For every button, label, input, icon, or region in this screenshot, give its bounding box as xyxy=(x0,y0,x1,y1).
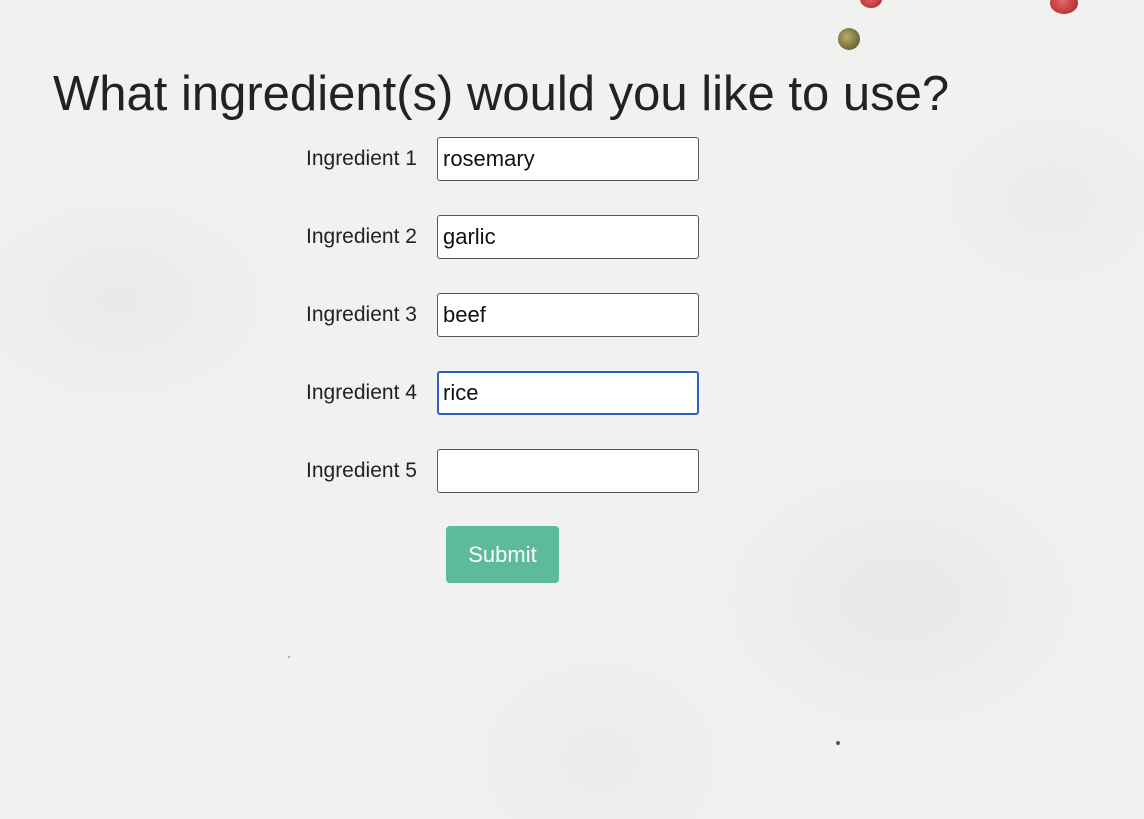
ingredient-2-label: Ingredient 2 xyxy=(306,225,417,248)
ingredient-5-label: Ingredient 5 xyxy=(306,459,417,482)
ingredient-1-label: Ingredient 1 xyxy=(306,147,417,170)
speck-decoration xyxy=(288,656,290,658)
page-title: What ingredient(s) would you like to use… xyxy=(53,67,950,121)
ingredient-row-2: Ingredient 2 xyxy=(306,215,699,259)
ingredient-row-5: Ingredient 5 xyxy=(306,449,699,493)
ingredient-1-input[interactable] xyxy=(437,137,699,181)
ingredient-row-1: Ingredient 1 xyxy=(306,137,699,181)
ingredient-3-label: Ingredient 3 xyxy=(306,303,417,326)
red-peppercorn-decoration xyxy=(860,0,882,8)
ingredient-4-label: Ingredient 4 xyxy=(306,381,417,404)
ingredient-5-input[interactable] xyxy=(437,449,699,493)
submit-button[interactable]: Submit xyxy=(446,526,559,583)
ingredient-2-input[interactable] xyxy=(437,215,699,259)
red-peppercorn-decoration xyxy=(1050,0,1078,14)
ingredient-4-input[interactable] xyxy=(437,371,699,415)
peppercorn-decoration xyxy=(838,28,860,50)
ingredient-3-input[interactable] xyxy=(437,293,699,337)
ingredient-row-4: Ingredient 4 xyxy=(306,371,699,415)
speck-decoration xyxy=(836,741,840,745)
ingredient-row-3: Ingredient 3 xyxy=(306,293,699,337)
